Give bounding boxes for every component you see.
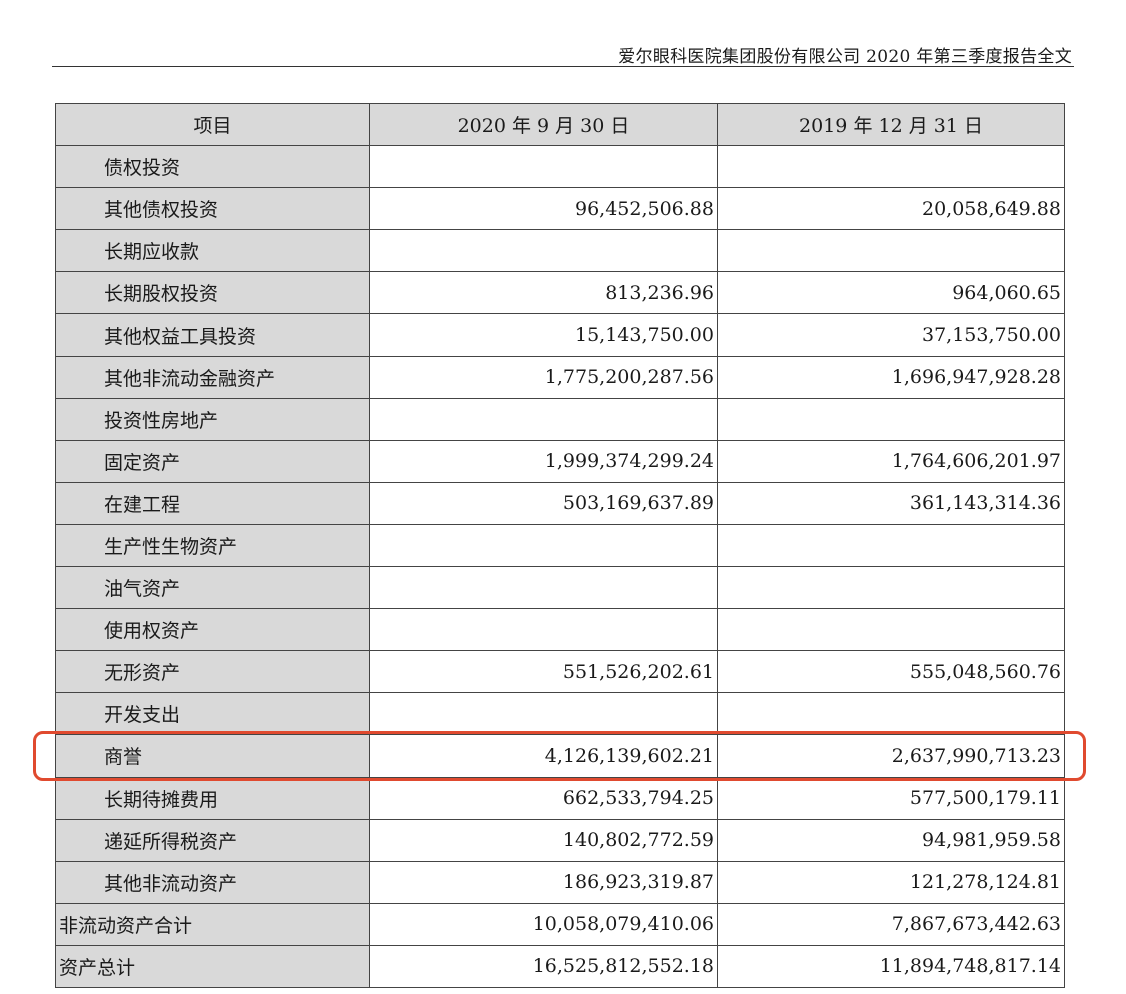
value-2019 <box>717 229 1065 273</box>
value-2020: 10,058,079,410.06 <box>369 902 718 946</box>
row-label: 使用权资产 <box>55 608 370 652</box>
value-2019: 1,764,606,201.97 <box>717 439 1065 483</box>
value-2019: 555,048,560.76 <box>717 650 1065 694</box>
value-2020 <box>369 692 718 736</box>
value-2020: 1,775,200,287.56 <box>369 355 718 399</box>
table-header-row: 项目 2020 年 9 月 30 日 2019 年 12 月 31 日 <box>55 102 1065 147</box>
row-label: 非流动资产合计 <box>55 902 370 946</box>
row-label: 固定资产 <box>55 439 370 483</box>
table-row: 其他债权投资 96,452,506.88 20,058,649.88 <box>55 187 1065 231</box>
value-2020: 16,525,812,552.18 <box>369 944 718 988</box>
value-2019: 2,637,990,713.23 <box>717 734 1065 778</box>
column-header-item: 项目 <box>55 102 370 147</box>
table-row: 使用权资产 <box>55 608 1065 652</box>
table-row: 投资性房地产 <box>55 397 1065 441</box>
value-2020: 4,126,139,602.21 <box>369 734 718 778</box>
row-label: 其他债权投资 <box>55 187 370 231</box>
value-2019: 11,894,748,817.14 <box>717 944 1065 988</box>
row-label: 长期应收款 <box>55 229 370 273</box>
row-label: 其他权益工具投资 <box>55 313 370 357</box>
value-2019 <box>717 145 1065 189</box>
value-2020: 96,452,506.88 <box>369 187 718 231</box>
table-row: 油气资产 <box>55 566 1065 610</box>
value-2019 <box>717 566 1065 610</box>
value-2020: 662,533,794.25 <box>369 776 718 820</box>
row-label: 油气资产 <box>55 566 370 610</box>
table-row: 生产性生物资产 <box>55 523 1065 568</box>
row-label: 商誉 <box>55 734 370 778</box>
value-2019: 37,153,750.00 <box>717 313 1065 357</box>
page-header: 爱尔眼科医院集团股份有限公司 2020 年第三季度报告全文 <box>52 38 1074 67</box>
value-2019: 964,060.65 <box>717 271 1065 315</box>
value-2019 <box>717 523 1065 568</box>
balance-sheet-table: 项目 2020 年 9 月 30 日 2019 年 12 月 31 日 债权投资… <box>55 102 1065 988</box>
value-2020 <box>369 608 718 652</box>
value-2020: 186,923,319.87 <box>369 860 718 904</box>
value-2019: 1,696,947,928.28 <box>717 355 1065 399</box>
row-label: 投资性房地产 <box>55 397 370 441</box>
table-row-total: 非流动资产合计 10,058,079,410.06 7,867,673,442.… <box>55 902 1065 946</box>
row-label: 在建工程 <box>55 481 370 525</box>
table-row-total: 资产总计 16,525,812,552.18 11,894,748,817.14 <box>55 944 1065 988</box>
value-2019: 361,143,314.36 <box>717 481 1065 525</box>
row-label: 其他非流动资产 <box>55 860 370 904</box>
table-row: 其他非流动资产 186,923,319.87 121,278,124.81 <box>55 860 1065 904</box>
table-row: 开发支出 <box>55 692 1065 736</box>
value-2020 <box>369 145 718 189</box>
value-2020 <box>369 397 718 441</box>
value-2019: 20,058,649.88 <box>717 187 1065 231</box>
row-label: 长期股权投资 <box>55 271 370 315</box>
value-2020: 15,143,750.00 <box>369 313 718 357</box>
page-crop-edge <box>0 988 1126 994</box>
row-label: 生产性生物资产 <box>55 523 370 568</box>
value-2020: 503,169,637.89 <box>369 481 718 525</box>
report-title: 爱尔眼科医院集团股份有限公司 2020 年第三季度报告全文 <box>618 47 1072 67</box>
table-row: 债权投资 <box>55 145 1065 189</box>
row-label: 长期待摊费用 <box>55 776 370 820</box>
value-2019: 7,867,673,442.63 <box>717 902 1065 946</box>
value-2019: 577,500,179.11 <box>717 776 1065 820</box>
value-2020 <box>369 229 718 273</box>
value-2020: 1,999,374,299.24 <box>369 439 718 483</box>
row-label: 开发支出 <box>55 692 370 736</box>
table-row: 长期股权投资 813,236.96 964,060.65 <box>55 271 1065 315</box>
value-2020 <box>369 566 718 610</box>
value-2020: 813,236.96 <box>369 271 718 315</box>
table-row: 其他权益工具投资 15,143,750.00 37,153,750.00 <box>55 313 1065 357</box>
table-row: 无形资产 551,526,202.61 555,048,560.76 <box>55 650 1065 694</box>
row-label: 其他非流动金融资产 <box>55 355 370 399</box>
row-label: 递延所得税资产 <box>55 818 370 862</box>
column-header-2020-09-30: 2020 年 9 月 30 日 <box>369 102 718 147</box>
table-row: 固定资产 1,999,374,299.24 1,764,606,201.97 <box>55 439 1065 483</box>
table-row: 在建工程 503,169,637.89 361,143,314.36 <box>55 481 1065 525</box>
table-row: 其他非流动金融资产 1,775,200,287.56 1,696,947,928… <box>55 355 1065 399</box>
value-2020 <box>369 523 718 568</box>
table-row: 长期应收款 <box>55 229 1065 273</box>
value-2019 <box>717 397 1065 441</box>
row-label: 资产总计 <box>55 944 370 988</box>
value-2019: 121,278,124.81 <box>717 860 1065 904</box>
value-2020: 140,802,772.59 <box>369 818 718 862</box>
value-2019: 94,981,959.58 <box>717 818 1065 862</box>
row-label: 债权投资 <box>55 145 370 189</box>
column-header-2019-12-31: 2019 年 12 月 31 日 <box>717 102 1065 147</box>
table-row: 长期待摊费用 662,533,794.25 577,500,179.11 <box>55 776 1065 820</box>
value-2020: 551,526,202.61 <box>369 650 718 694</box>
table-row: 递延所得税资产 140,802,772.59 94,981,959.58 <box>55 818 1065 862</box>
value-2019 <box>717 692 1065 736</box>
value-2019 <box>717 608 1065 652</box>
row-label: 无形资产 <box>55 650 370 694</box>
table-row-goodwill: 商誉 4,126,139,602.21 2,637,990,713.23 <box>55 734 1065 778</box>
